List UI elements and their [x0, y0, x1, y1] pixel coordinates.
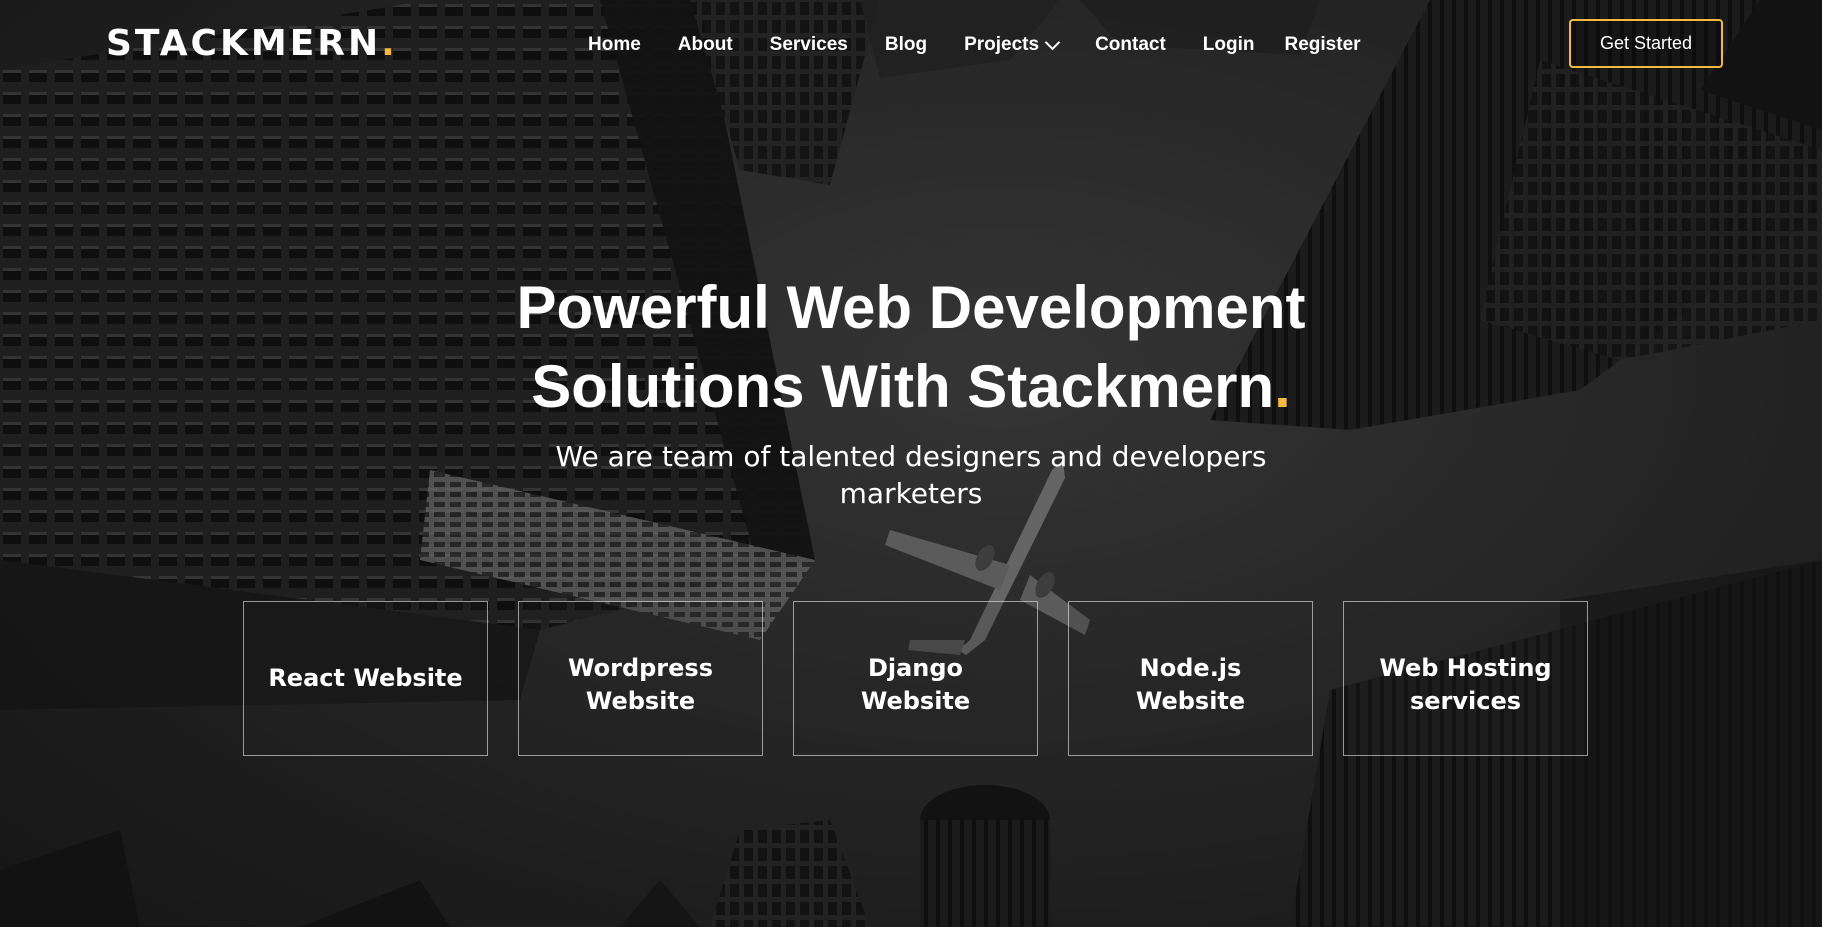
nav-services[interactable]: Services	[770, 29, 848, 61]
nav-blog[interactable]: Blog	[885, 29, 927, 61]
hero-subtitle: We are team of talented designers and de…	[461, 438, 1361, 512]
nav-register[interactable]: Register	[1285, 29, 1361, 61]
service-card-django[interactable]: Django Website	[793, 601, 1038, 756]
hero-subtitle-line2: marketers	[839, 477, 983, 510]
nav-projects-label: Projects	[964, 34, 1040, 55]
nav-projects-dropdown[interactable]: Projects	[964, 29, 1061, 61]
nav-about[interactable]: About	[678, 29, 733, 61]
service-card-label: Node.js Website	[1135, 654, 1246, 715]
nav-login[interactable]: Login	[1203, 29, 1255, 61]
hero-title-accent-dot: .	[1274, 353, 1291, 420]
service-card-web-hosting[interactable]: Web Hosting services	[1343, 601, 1588, 756]
service-card-wordpress[interactable]: Wordpress Website	[518, 601, 763, 756]
nav-home[interactable]: Home	[588, 29, 641, 61]
chevron-down-icon	[1044, 34, 1061, 50]
service-card-nodejs[interactable]: Node.js Website	[1068, 601, 1313, 756]
get-started-button[interactable]: Get Started	[1569, 19, 1723, 68]
hero-title-line1: Powerful Web Development	[516, 274, 1306, 341]
brand-name: STACKMERN	[106, 23, 382, 64]
service-cards: React Website Wordpress Website Django W…	[243, 601, 1588, 756]
service-card-label: Django Website	[860, 654, 971, 715]
brand-logo[interactable]: STACKMERN.	[106, 22, 398, 66]
brand-accent-dot: .	[381, 23, 398, 64]
hero-title-line2: Solutions With Stackmern	[531, 353, 1275, 420]
main-nav: Home About Services Blog Projects Contac…	[588, 29, 1398, 61]
service-card-label: Wordpress Website	[568, 654, 713, 715]
service-card-react[interactable]: React Website	[243, 601, 488, 756]
site-header: STACKMERN. Home About Services Blog Proj…	[0, 0, 1822, 90]
hero-subtitle-line1: We are team of talented designers and de…	[555, 440, 1267, 473]
hero-title: Powerful Web Development Solutions With …	[411, 268, 1411, 426]
service-card-label: React Website	[268, 664, 463, 692]
hero-section: STACKMERN. Home About Services Blog Proj…	[0, 0, 1822, 927]
service-card-label: Web Hosting services	[1379, 654, 1552, 715]
nav-contact[interactable]: Contact	[1095, 29, 1166, 61]
